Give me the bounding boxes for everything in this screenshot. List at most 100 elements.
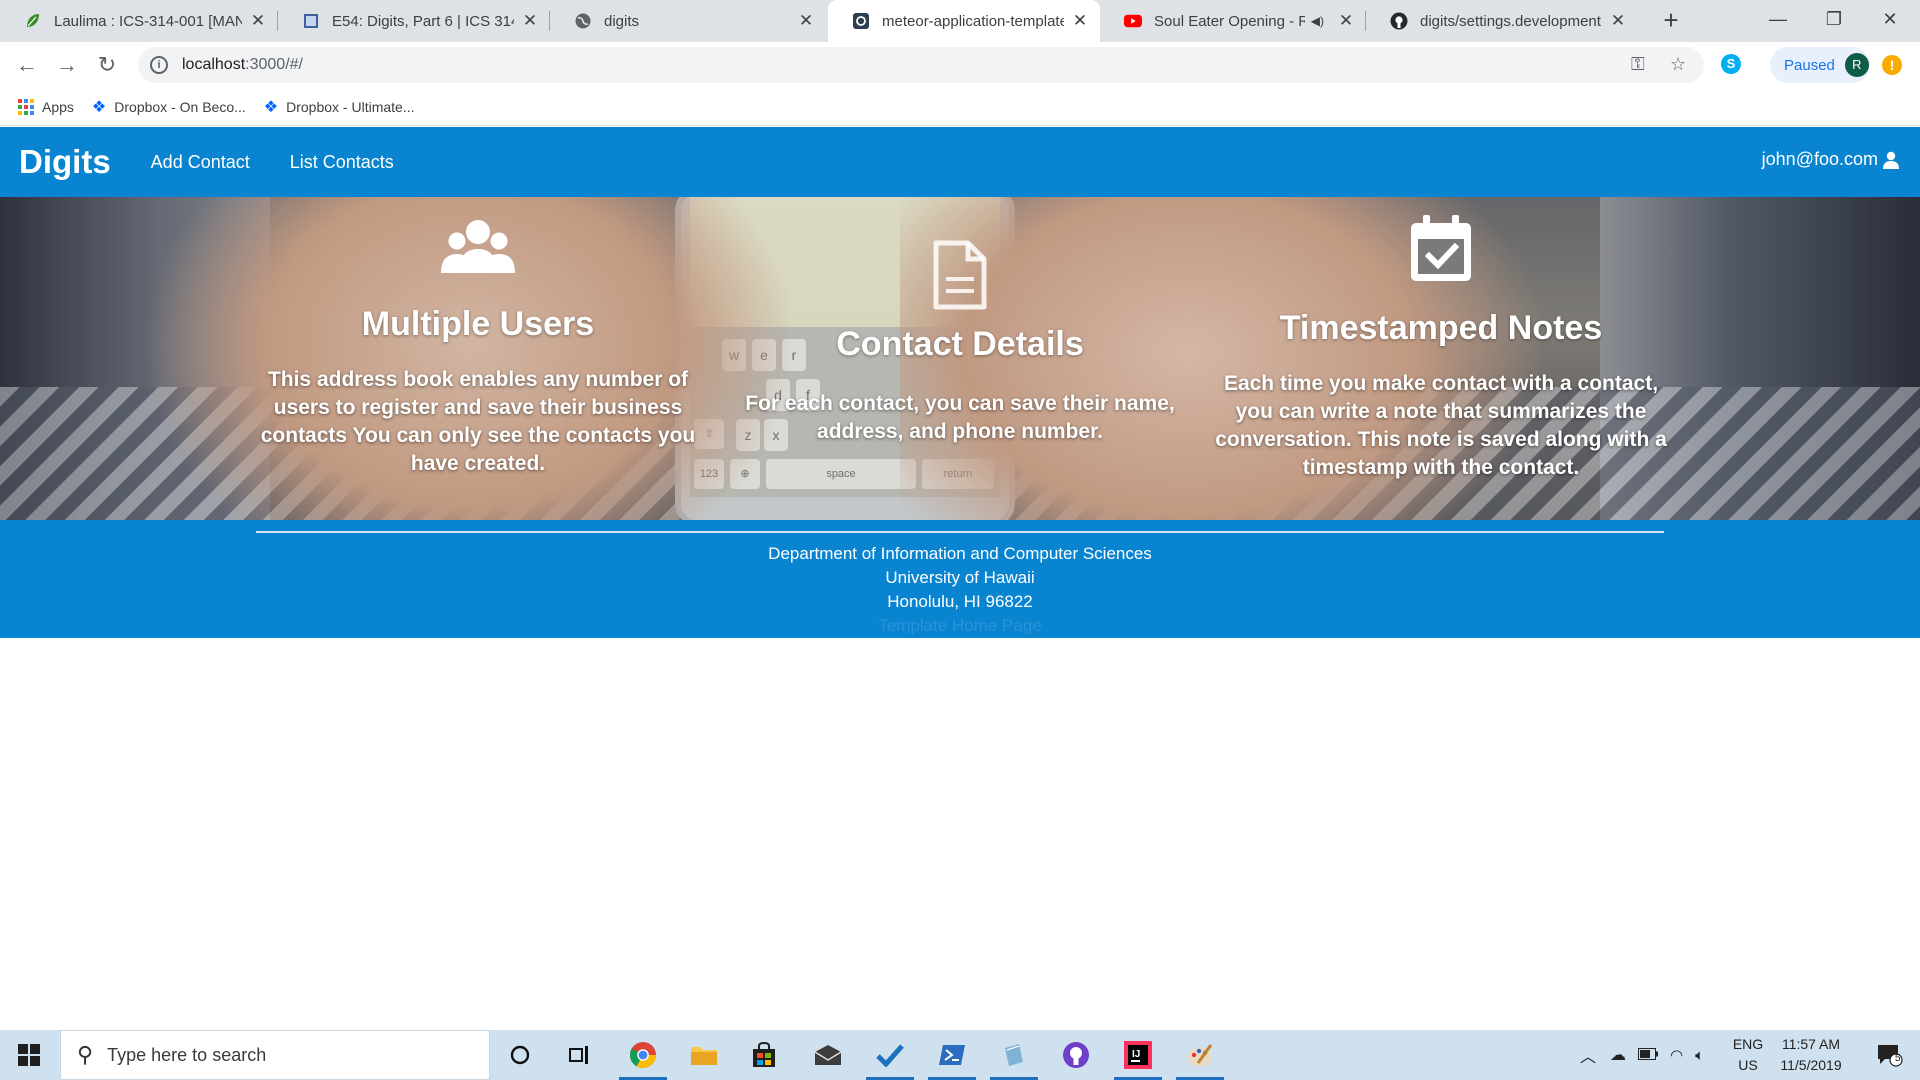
feature-title: Contact Details	[836, 325, 1084, 363]
notification-center-icon[interactable]: 5	[1862, 1030, 1918, 1080]
github-desktop-icon[interactable]	[1048, 1030, 1104, 1080]
github-icon	[1390, 12, 1408, 30]
user-menu[interactable]: john@foo.com	[1762, 149, 1900, 170]
footer-template-link[interactable]: Template Home Page	[0, 614, 1920, 638]
notes-app-icon[interactable]	[986, 1030, 1042, 1080]
battery-icon[interactable]	[1638, 1047, 1659, 1063]
info-icon[interactable]: i	[150, 56, 168, 74]
page-icon	[302, 12, 320, 30]
avatar: R	[1844, 53, 1869, 77]
url-text: localhost:3000/#/	[182, 56, 303, 74]
bookmark-label: Dropbox - Ultimate...	[286, 98, 415, 115]
url-path: :3000/#/	[245, 56, 303, 73]
tab-github-settings[interactable]: digits/settings.development.j ✕	[1366, 0, 1638, 42]
tab-laulima[interactable]: Laulima : ICS-314-001 [MAN ✕	[0, 0, 278, 42]
back-button[interactable]: ←	[12, 50, 42, 80]
laulima-icon	[24, 12, 42, 30]
feature-contact-details: Contact Details For each contact, you ca…	[730, 197, 1190, 446]
wifi-icon[interactable]: ◠	[1670, 1046, 1683, 1064]
svg-text:IJ: IJ	[1132, 1049, 1140, 1060]
menu-alert-icon[interactable]: !	[1882, 55, 1902, 75]
calendar-check-icon	[1211, 213, 1671, 283]
mail-icon[interactable]	[800, 1030, 856, 1080]
close-icon[interactable]: ✕	[1070, 11, 1090, 31]
tab-title: digits/settings.development.j	[1420, 12, 1602, 30]
intellij-icon[interactable]: IJ	[1110, 1030, 1166, 1080]
close-icon[interactable]: ✕	[248, 11, 268, 31]
chrome-icon[interactable]	[615, 1030, 671, 1080]
paint-icon[interactable]	[1172, 1030, 1228, 1080]
footer-address: Honolulu, HI 96822	[887, 592, 1033, 611]
tab-digits[interactable]: digits ✕	[550, 0, 826, 42]
close-window-button[interactable]: ✕	[1862, 0, 1918, 40]
url-host: localhost	[182, 56, 246, 73]
tab-title: Soul Eater Opening - Re	[1154, 12, 1305, 30]
taskbar-clock[interactable]: 11:57 AM 11/5/2019	[1766, 1034, 1856, 1076]
system-tray: ︿ ☁ ◠ 🔈︎	[1580, 1030, 1704, 1080]
dropbox-icon: ❖	[91, 98, 107, 116]
feature-timestamped-notes: Timestamped Notes Each time you make con…	[1211, 197, 1671, 482]
key-icon[interactable]: ⚿	[1631, 54, 1645, 75]
feature-description: For each contact, you can save their nam…	[745, 392, 1175, 443]
taskbar-search-box[interactable]: ⚲ Type here to search	[60, 1030, 490, 1080]
user-email: john@foo.com	[1761, 149, 1878, 169]
tab-meteor-application-template[interactable]: meteor-application-template ✕	[828, 0, 1100, 42]
close-icon[interactable]: ✕	[1608, 11, 1628, 31]
clock-date: 11/5/2019	[1780, 1057, 1842, 1073]
todo-icon[interactable]	[862, 1030, 918, 1080]
new-tab-button[interactable]: +	[1656, 6, 1686, 36]
restore-button[interactable]: ❐	[1806, 0, 1862, 40]
dropbox-icon: ❖	[263, 98, 279, 116]
profile-status: Paused	[1784, 56, 1835, 74]
forward-button[interactable]: →	[52, 50, 82, 80]
footer-department: Department of Information and Computer S…	[768, 544, 1152, 563]
tab-title: meteor-application-template	[882, 12, 1064, 30]
windows-taskbar: ⚲ Type here to search IJ ︿ ☁ ◠ 🔈︎ ENG US…	[0, 1030, 1920, 1080]
user-icon	[1883, 151, 1899, 169]
feature-description: This address book enables any number of …	[260, 368, 696, 475]
cortana-icon[interactable]	[492, 1030, 548, 1080]
tab-e54-digits[interactable]: E54: Digits, Part 6 | ICS 314, F ✕	[278, 0, 550, 42]
minimize-button[interactable]: —	[1750, 0, 1806, 40]
address-bar[interactable]: i localhost:3000/#/ ⚿ ☆	[138, 47, 1704, 83]
close-icon[interactable]: ✕	[520, 11, 540, 31]
star-icon[interactable]: ☆	[1670, 54, 1686, 75]
onedrive-icon[interactable]: ☁	[1610, 1045, 1626, 1065]
bookmark-label: Dropbox - On Beco...	[114, 98, 246, 115]
chevron-up-icon[interactable]: ︿	[1580, 1043, 1596, 1067]
powershell-icon[interactable]	[924, 1030, 980, 1080]
reload-button[interactable]: ↻	[92, 50, 122, 80]
app-navbar: Digits Add Contact List Contacts john@fo…	[0, 127, 1920, 197]
file-explorer-icon[interactable]	[676, 1030, 732, 1080]
brand-logo[interactable]: Digits	[19, 143, 111, 181]
feature-title: Timestamped Notes	[1279, 309, 1603, 347]
nav-list-contacts[interactable]: List Contacts	[290, 152, 394, 173]
bookmark-dropbox-on-beco[interactable]: ❖ Dropbox - On Beco...	[92, 97, 246, 117]
tab-soul-eater-opening[interactable]: Soul Eater Opening - Re ◀) ✕	[1100, 0, 1366, 42]
footer-university: University of Hawaii	[885, 568, 1035, 587]
language-indicator[interactable]: ENG US	[1726, 1034, 1770, 1076]
browser-tab-strip: Laulima : ICS-314-001 [MAN ✕ E54: Digits…	[0, 0, 1920, 42]
search-icon: ⚲	[77, 1042, 94, 1067]
store-icon[interactable]	[736, 1030, 792, 1080]
speaker-icon[interactable]: ◀)	[1311, 14, 1324, 28]
search-placeholder: Type here to search	[107, 1044, 267, 1065]
footer-divider	[256, 531, 1664, 533]
volume-icon[interactable]: 🔈︎	[1695, 1047, 1704, 1064]
profile-button[interactable]: Paused R	[1770, 47, 1870, 83]
close-icon[interactable]: ✕	[796, 11, 816, 31]
notification-count: 5	[1895, 1053, 1901, 1064]
nav-add-contact[interactable]: Add Contact	[151, 152, 250, 173]
page-footer: Department of Information and Computer S…	[0, 520, 1920, 638]
windows-icon	[18, 1044, 40, 1066]
bookmark-dropbox-ultimate[interactable]: ❖ Dropbox - Ultimate...	[264, 97, 415, 117]
task-view-icon[interactable]	[552, 1030, 608, 1080]
browser-toolbar: ← → ↻ i localhost:3000/#/ ⚿ ☆ S Paused R…	[0, 42, 1920, 88]
feature-description: Each time you make contact with a contac…	[1215, 372, 1667, 479]
close-icon[interactable]: ✕	[1336, 11, 1356, 31]
skype-icon[interactable]: S	[1721, 54, 1741, 74]
bookmark-apps[interactable]: Apps	[18, 98, 74, 115]
bookmark-label: Apps	[42, 98, 74, 115]
hero-section: w e r d f ⇧ z x 123 ⊕ space return Multi…	[0, 197, 1920, 520]
start-button[interactable]	[0, 1030, 58, 1080]
